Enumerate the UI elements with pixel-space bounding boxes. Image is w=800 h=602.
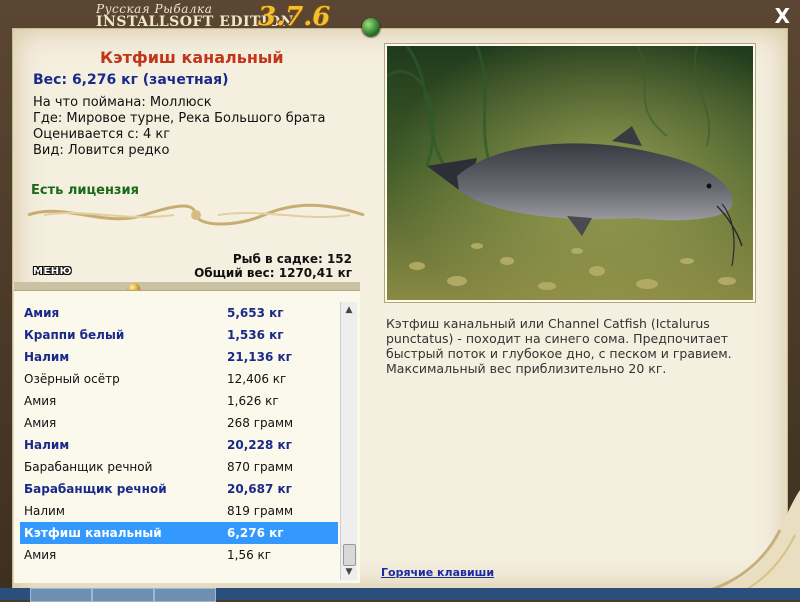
fish-title: Кэтфиш канальный: [100, 48, 284, 67]
list-item-name: Налим: [24, 350, 70, 364]
fish-count: Рыб в садке: 152: [232, 252, 352, 266]
ornament-divider: [27, 203, 365, 226]
fish-valued-from: Оценивается с: 4 кг: [33, 127, 171, 142]
list-item-weight: 1,56 кг: [227, 548, 272, 562]
list-item[interactable]: Амия 1,626 кг: [20, 390, 338, 412]
list-item-weight: 12,406 кг: [227, 372, 287, 386]
license-status: Есть лицензия: [31, 183, 139, 198]
list-item-weight: 268 грамм: [227, 416, 294, 430]
list-item[interactable]: Налим 20,228 кг: [20, 434, 338, 456]
list-item[interactable]: Краппи белый 1,536 кг: [20, 324, 338, 346]
list-item-name: Амия: [24, 416, 57, 430]
fish-bait: На что поймана: Моллюск: [33, 95, 212, 110]
list-item-name: Барабанщик речной: [24, 460, 153, 474]
list-item-weight: 5,653 кг: [227, 306, 284, 320]
list-item-weight: 1,626 кг: [227, 394, 279, 408]
list-item[interactable]: Амия 5,653 кг: [20, 302, 338, 324]
keepnet-stats: Рыб в садке: 152 Общий вес: 1270,41 кг: [194, 252, 352, 280]
hotkeys-link[interactable]: Горячие клавиши: [381, 566, 494, 579]
catfish-image: [387, 46, 753, 300]
catch-list: Амия 5,653 кг Краппи белый 1,536 кг Налим 21,…: [20, 302, 338, 566]
list-item-name: Кэтфиш канальный: [24, 526, 162, 540]
list-item[interactable]: Налим 819 грамм: [20, 500, 338, 522]
fish-rarity: Вид: Ловится редко: [33, 143, 170, 158]
list-item[interactable]: Кэтфиш канальный 6,276 кг: [20, 522, 338, 544]
list-item-name: Налим: [24, 504, 65, 518]
list-item-weight: 21,136 кг: [227, 350, 292, 364]
total-weight: Общий вес: 1270,41 кг: [194, 266, 352, 280]
app-logo: Русская Рыбалка INSTALLSOFT EDITION 3.7.…: [96, 2, 330, 32]
fish-weight: Вес: 6,276 кг (зачетная): [33, 72, 229, 88]
fish-description: Кэтфиш канальный или Channel Catfish (Ic…: [386, 316, 732, 376]
list-item[interactable]: Барабанщик речной 20,687 кг: [20, 478, 338, 500]
scroll-down-icon[interactable]: ▼: [341, 564, 357, 580]
menu-button[interactable]: МЕНЮ: [33, 266, 72, 277]
close-button[interactable]: X: [775, 4, 790, 28]
list-item[interactable]: Амия 1,56 кг: [20, 544, 338, 566]
green-pin-icon: [362, 18, 380, 36]
scroll-up-icon[interactable]: ▲: [341, 302, 357, 318]
list-item-weight: 20,687 кг: [227, 482, 292, 496]
list-item-weight: 870 грамм: [227, 460, 294, 474]
list-item-name: Амия: [24, 548, 57, 562]
list-item[interactable]: Налим 21,136 кг: [20, 346, 338, 368]
scroll-thumb[interactable]: [343, 544, 356, 566]
list-scrollbar[interactable]: ▲ ▼: [340, 302, 357, 580]
list-item-name: Озёрный осётр: [24, 372, 120, 386]
list-item-name: Барабанщик речной: [24, 482, 167, 496]
fish-location: Где: Мировое турне, Река Большого брата: [33, 111, 326, 126]
list-item-name: Налим: [24, 438, 70, 452]
list-item-weight: 6,276 кг: [227, 526, 284, 540]
page-curl-ornament: [690, 490, 800, 600]
list-item-weight: 1,536 кг: [227, 328, 284, 342]
list-item-weight: 819 грамм: [227, 504, 294, 518]
list-item-name: Краппи белый: [24, 328, 125, 342]
list-item-name: Амия: [24, 394, 57, 408]
list-item-weight: 20,228 кг: [227, 438, 292, 452]
list-item[interactable]: Амия 268 грамм: [20, 412, 338, 434]
list-item[interactable]: Озёрный осётр 12,406 кг: [20, 368, 338, 390]
list-item[interactable]: Барабанщик речной 870 грамм: [20, 456, 338, 478]
list-item-name: Амия: [24, 306, 60, 320]
fish-photo: [385, 44, 755, 302]
